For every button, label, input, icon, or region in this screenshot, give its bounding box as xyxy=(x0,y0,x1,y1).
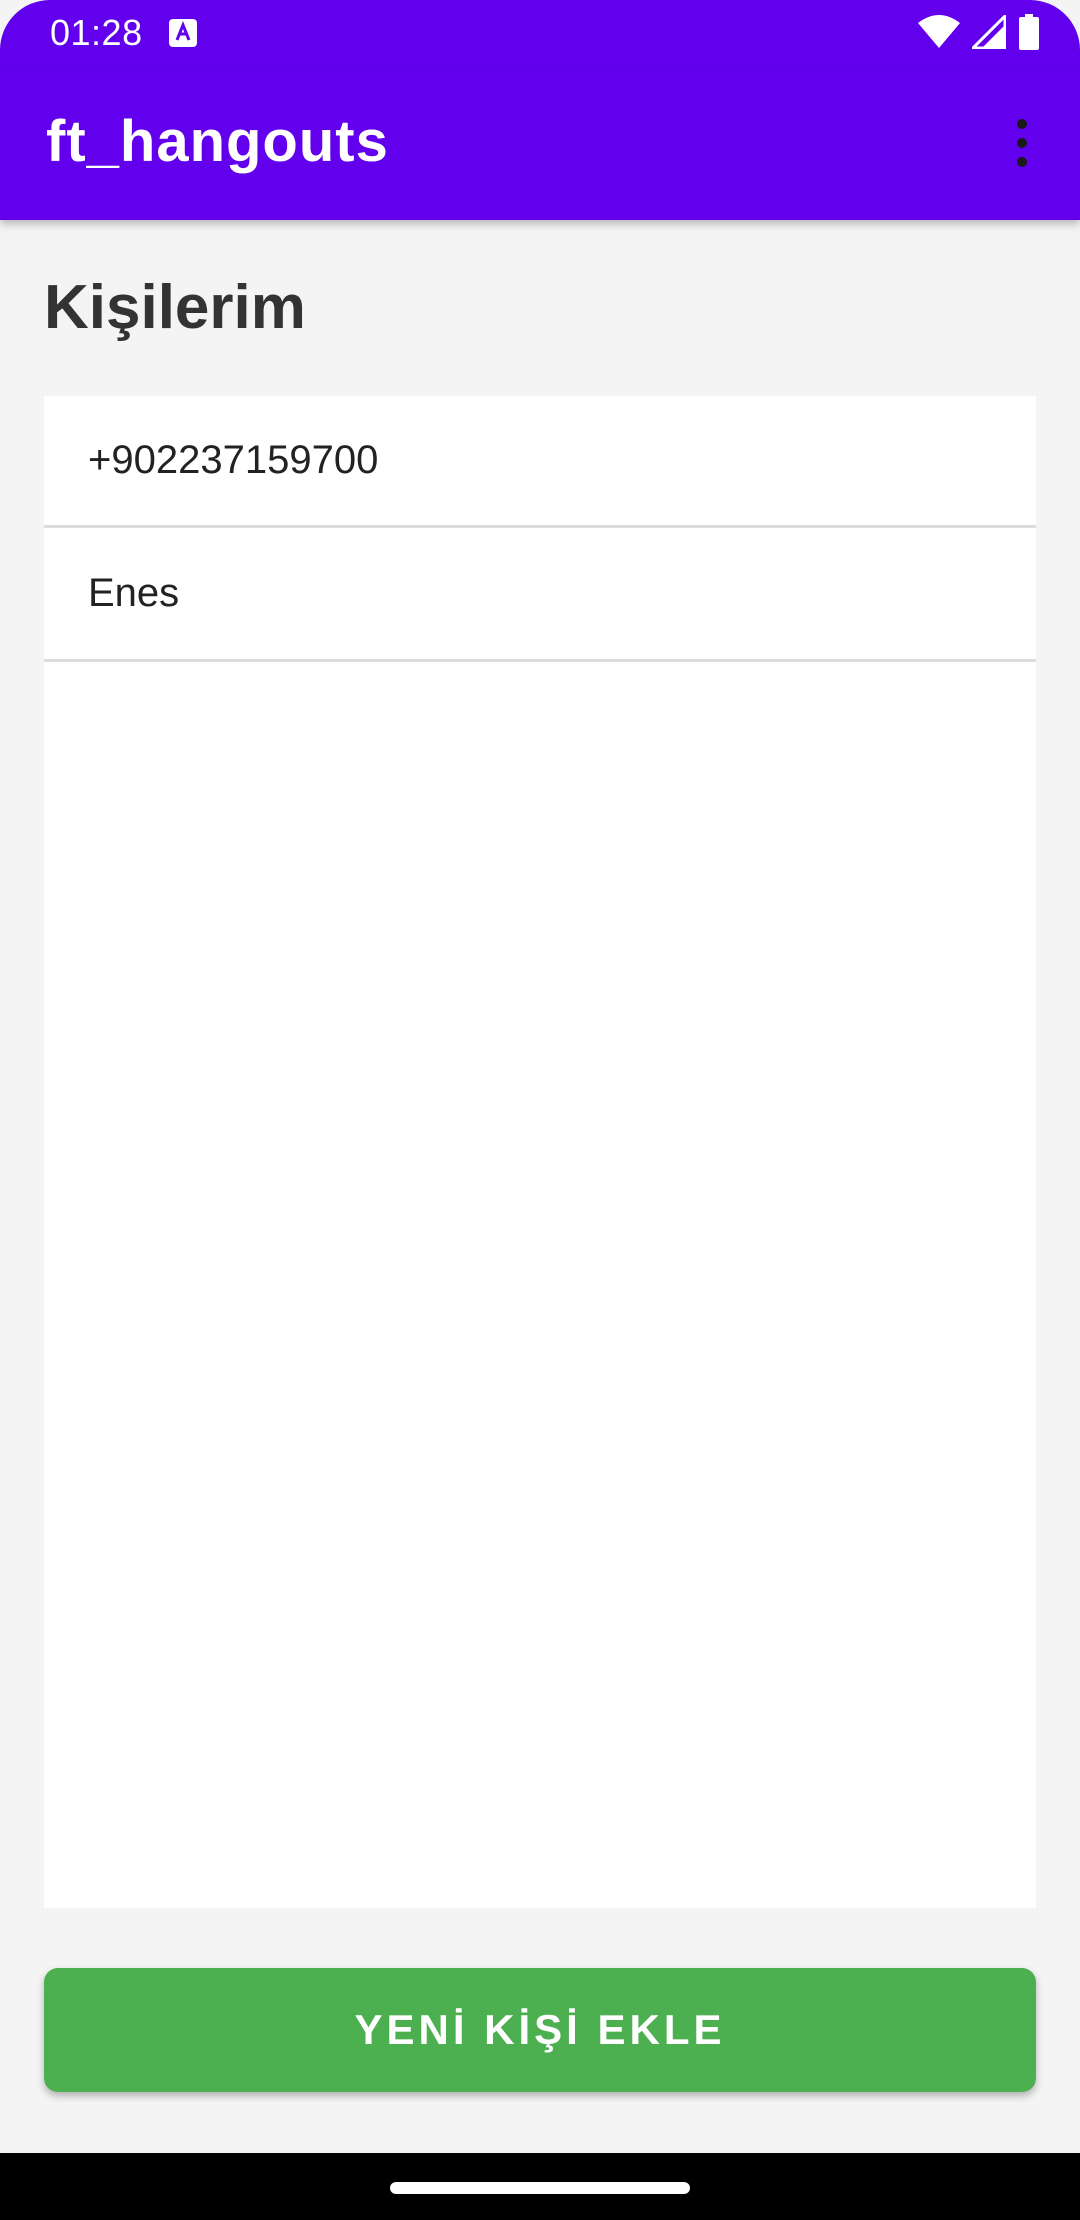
more-vert-icon[interactable] xyxy=(992,108,1052,178)
contact-list-item[interactable]: +902237159700 xyxy=(44,396,1036,528)
contact-label: Enes xyxy=(88,571,180,615)
status-icons xyxy=(918,11,1040,55)
status-time: 01:28 xyxy=(50,12,143,53)
wifi-icon xyxy=(918,14,960,54)
contact-list-item[interactable]: Enes xyxy=(44,528,1036,662)
app-bar: ft_hangouts xyxy=(0,66,1080,220)
contact-list[interactable]: +902237159700 Enes xyxy=(44,396,1036,1908)
menu-dot xyxy=(1017,157,1027,167)
status-bar: 01:28 xyxy=(0,0,1080,66)
app-title: ft_hangouts xyxy=(46,109,389,174)
add-contact-button[interactable]: YENİ KİŞİ EKLE xyxy=(44,1968,1036,2092)
screen: 01:28 ft_hangouts Kişilerim +90223715970… xyxy=(0,0,1080,2220)
contact-label: +902237159700 xyxy=(88,438,379,482)
menu-dot xyxy=(1017,119,1027,129)
notification-a-icon xyxy=(168,18,198,48)
home-indicator[interactable] xyxy=(390,2182,690,2194)
battery-icon xyxy=(1018,13,1040,55)
page-title: Kişilerim xyxy=(44,273,306,342)
cellular-signal-icon xyxy=(969,11,1007,54)
menu-dot xyxy=(1017,138,1027,148)
